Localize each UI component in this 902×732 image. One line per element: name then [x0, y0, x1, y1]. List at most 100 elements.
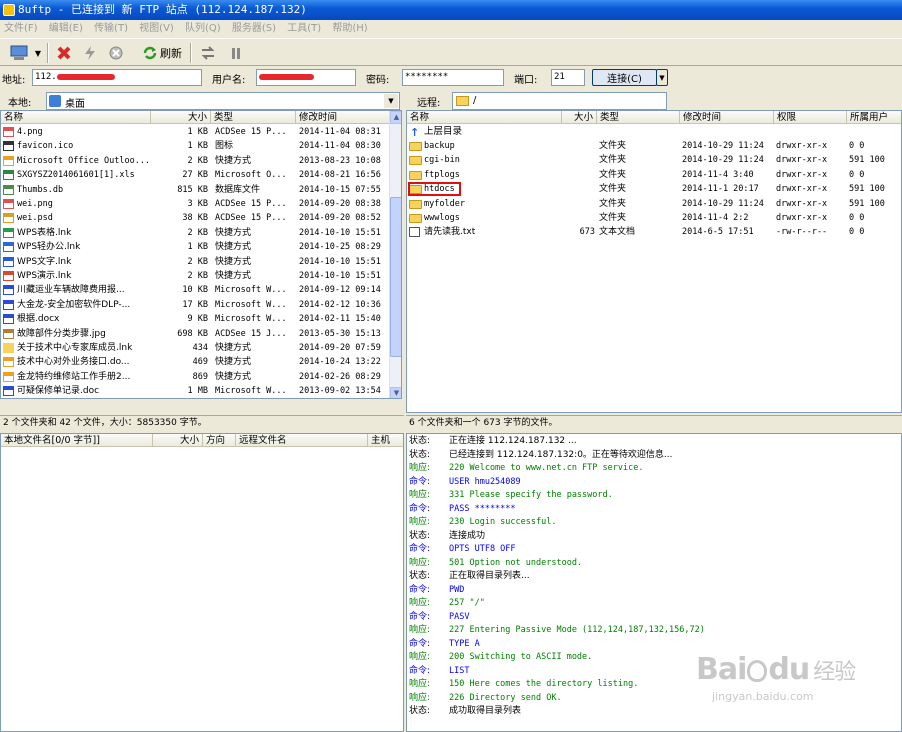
- file-row[interactable]: WPS轻办公.lnk 1 KB 快捷方式 2014-10-25 08:29: [1, 240, 401, 254]
- menu-tools[interactable]: 工具(T): [287, 20, 321, 38]
- column-header-owner[interactable]: 所属用户: [847, 111, 901, 124]
- disconnect-button[interactable]: [53, 42, 75, 64]
- menu-help[interactable]: 帮助(H): [332, 20, 367, 38]
- address-field[interactable]: 112.: [32, 69, 202, 86]
- remote-file-row[interactable]: 请先读我.txt 673 文本文档 2014-6-5 17:51 -rw-r--r-- 0…: [407, 225, 901, 239]
- file-size: 27 KB: [182, 170, 208, 181]
- log-line: 命令: TYPE A: [409, 638, 480, 652]
- file-row[interactable]: WPS演示.lnk 2 KB 快捷方式 2014-10-10 15:51: [1, 269, 401, 283]
- connect-button[interactable]: 连接(C): [592, 69, 657, 86]
- password-field[interactable]: ********: [402, 69, 504, 86]
- menu-server[interactable]: 服务器(S): [232, 20, 276, 38]
- stop-button[interactable]: [105, 42, 127, 64]
- remote-file-row[interactable]: cgi-bin 文件夹 2014-10-29 11:24 drwxr-xr-x 591 …: [407, 153, 901, 167]
- remote-file-list[interactable]: 名称 大小 类型 修改时间 权限 所属用户 ↑ 上层目录 backup 文件夹 20…: [406, 110, 902, 413]
- refresh-button[interactable]: 刷新: [139, 42, 185, 64]
- menu-view[interactable]: 视图(V): [139, 20, 174, 38]
- remote-file-row[interactable]: htdocs 文件夹 2014-11-1 20:17 drwxr-xr-x 591 10…: [407, 182, 901, 197]
- file-row[interactable]: 大金龙-安全加密软件DLP-... 17 KB Microsoft W... 2014…: [1, 298, 401, 312]
- log-kind: 响应:: [409, 692, 431, 703]
- remote-file-type: 文件夹: [599, 184, 627, 195]
- file-row[interactable]: Microsoft Office Outloo... 2 KB 快捷方式 2013-0…: [1, 154, 401, 168]
- remote-file-perm: drwxr-xr-x: [776, 184, 828, 195]
- queue-header-direction[interactable]: 方向: [203, 434, 236, 447]
- log-kind: 响应:: [409, 679, 431, 689]
- transfer-queue[interactable]: 本地文件名[0/0 字节]] 大小 方向 远程文件名 主机: [0, 433, 404, 732]
- menu-file[interactable]: 文件(F): [4, 20, 38, 38]
- menu-edit[interactable]: 编辑(E): [49, 20, 83, 38]
- log-line: 响应: 200 Switching to ASCII mode.: [409, 651, 592, 665]
- log-kind: 命令:: [409, 503, 431, 514]
- queue-header-remote[interactable]: 远程文件名: [236, 434, 368, 447]
- folder-icon: [409, 156, 422, 166]
- file-row[interactable]: 关于技术中心专家库成员.lnk 434 快捷方式 2014-09-20 07:59: [1, 341, 401, 355]
- remote-file-size: 673: [579, 227, 595, 238]
- column-header-size[interactable]: 大小: [151, 111, 211, 124]
- file-name: 金龙特约维修站工作手册2...: [17, 371, 131, 382]
- pause-button[interactable]: [225, 42, 247, 64]
- port-label: 端口:: [514, 75, 538, 86]
- paw-icon: [747, 659, 768, 682]
- menu-transfer[interactable]: 传输(T): [94, 20, 128, 38]
- file-row[interactable]: 可疑保修单记录.doc 1 MB Microsoft W... 2013-09-02 …: [1, 384, 401, 398]
- remote-file-row[interactable]: backup 文件夹 2014-10-29 11:24 drwxr-xr-x 0 0: [407, 139, 901, 153]
- column-header-name[interactable]: 名称: [407, 111, 562, 124]
- file-row[interactable]: 技术中心对外业务接口.do... 469 快捷方式 2014-10-24 13:22: [1, 355, 401, 369]
- local-file-list[interactable]: 名称 大小 类型 修改时间 4.png 1 KB ACDSee 15 P... 201…: [0, 110, 402, 399]
- column-header-modified[interactable]: 修改时间: [296, 111, 391, 124]
- remote-path-combo[interactable]: /: [452, 92, 667, 110]
- file-row[interactable]: 金龙特约维修站工作手册2... 869 快捷方式 2014-02-26 08:29: [1, 370, 401, 384]
- column-header-type[interactable]: 类型: [597, 111, 680, 124]
- file-date: 2014-10-10 15:51: [299, 227, 381, 238]
- local-path-combo[interactable]: 桌面 ▼: [46, 92, 400, 110]
- site-manager-button[interactable]: [6, 42, 32, 64]
- connect-dropdown-arrow-icon[interactable]: ▼: [656, 69, 668, 86]
- column-header-permissions[interactable]: 权限: [774, 111, 847, 124]
- file-type: 数据库文件: [215, 184, 261, 195]
- log-text: PWD: [449, 584, 465, 595]
- file-row[interactable]: 4.png 1 KB ACDSee 15 P... 2014-11-04 08:31: [1, 125, 401, 139]
- file-name: 根据.docx: [17, 314, 60, 325]
- column-header-size[interactable]: 大小: [562, 111, 597, 124]
- file-row[interactable]: favicon.ico 1 KB 图标 2014-11-04 08:30: [1, 139, 401, 153]
- window-title: 8uftp - 已连接到 新 FTP 站点 (112.124.187.132): [18, 3, 307, 16]
- scroll-thumb[interactable]: [390, 197, 401, 357]
- log-panel[interactable]: 状态: 正在连接 112.124.187.132 ... 状态: 已经连接到 112.…: [406, 433, 902, 732]
- column-header-modified[interactable]: 修改时间: [680, 111, 774, 124]
- remote-file-owner: 591 100: [849, 155, 885, 166]
- word-icon: [3, 299, 14, 310]
- file-row[interactable]: WPS表格.lnk 2 KB 快捷方式 2014-10-10 15:51: [1, 226, 401, 240]
- file-row[interactable]: 故障部件分类步骤.jpg 698 KB ACDSee 15 J... 2013-05-…: [1, 327, 401, 341]
- file-row[interactable]: Thumbs.db 815 KB 数据库文件 2014-10-15 07:55: [1, 183, 401, 197]
- column-header-name[interactable]: 名称: [1, 111, 151, 124]
- log-kind: 响应:: [409, 463, 431, 473]
- file-row[interactable]: WPS文字.lnk 2 KB 快捷方式 2014-10-10 15:51: [1, 255, 401, 269]
- scroll-down-icon[interactable]: ▼: [390, 387, 401, 398]
- path-dropdown-icon[interactable]: ▼: [384, 94, 398, 108]
- dropdown-arrow-icon[interactable]: ▼: [33, 42, 43, 64]
- file-name: WPS轻办公.lnk: [17, 242, 81, 253]
- file-row[interactable]: SXGYSZ2014061601[1].xls 27 KB Microsoft O.…: [1, 168, 401, 182]
- username-field[interactable]: [256, 69, 356, 86]
- remote-file-row[interactable]: ftplogs 文件夹 2014-11-4 3:40 drwxr-xr-x 0 0: [407, 168, 901, 182]
- remote-file-row[interactable]: myfolder 文件夹 2014-10-29 11:24 drwxr-xr-x 591…: [407, 197, 901, 211]
- column-header-type[interactable]: 类型: [211, 111, 296, 124]
- scroll-up-icon[interactable]: ▲: [390, 111, 401, 124]
- file-row[interactable]: 川藏运业车辆故障费用报... 10 KB Microsoft W... 2014-09…: [1, 283, 401, 297]
- parent-directory-row[interactable]: ↑ 上层目录: [407, 125, 901, 139]
- remote-file-row[interactable]: wwwlogs 文件夹 2014-11-4 2:2 drwxr-xr-x 0 0: [407, 211, 901, 225]
- queue-header-size[interactable]: 大小: [153, 434, 203, 447]
- queue-header-host[interactable]: 主机: [368, 434, 403, 447]
- excel-icon: [3, 170, 14, 181]
- queue-header-local[interactable]: 本地文件名[0/0 字节]]: [1, 434, 153, 447]
- quick-connect-button[interactable]: [79, 42, 101, 64]
- log-line: 命令: LIST: [409, 665, 469, 679]
- menu-queue[interactable]: 队列(Q): [185, 20, 221, 38]
- file-date: 2013-08-23 10:08: [299, 155, 381, 166]
- file-row[interactable]: wei.png 3 KB ACDSee 15 P... 2014-09-20 08:3…: [1, 197, 401, 211]
- file-row[interactable]: wei.psd 38 KB ACDSee 15 P... 2014-09-20 08:…: [1, 211, 401, 225]
- file-row[interactable]: 根据.docx 9 KB Microsoft W... 2014-02-11 15:4…: [1, 312, 401, 326]
- local-scrollbar[interactable]: ▲ ▼: [389, 111, 401, 398]
- port-field[interactable]: 21: [551, 69, 585, 86]
- transfer-queue-button[interactable]: [197, 42, 219, 64]
